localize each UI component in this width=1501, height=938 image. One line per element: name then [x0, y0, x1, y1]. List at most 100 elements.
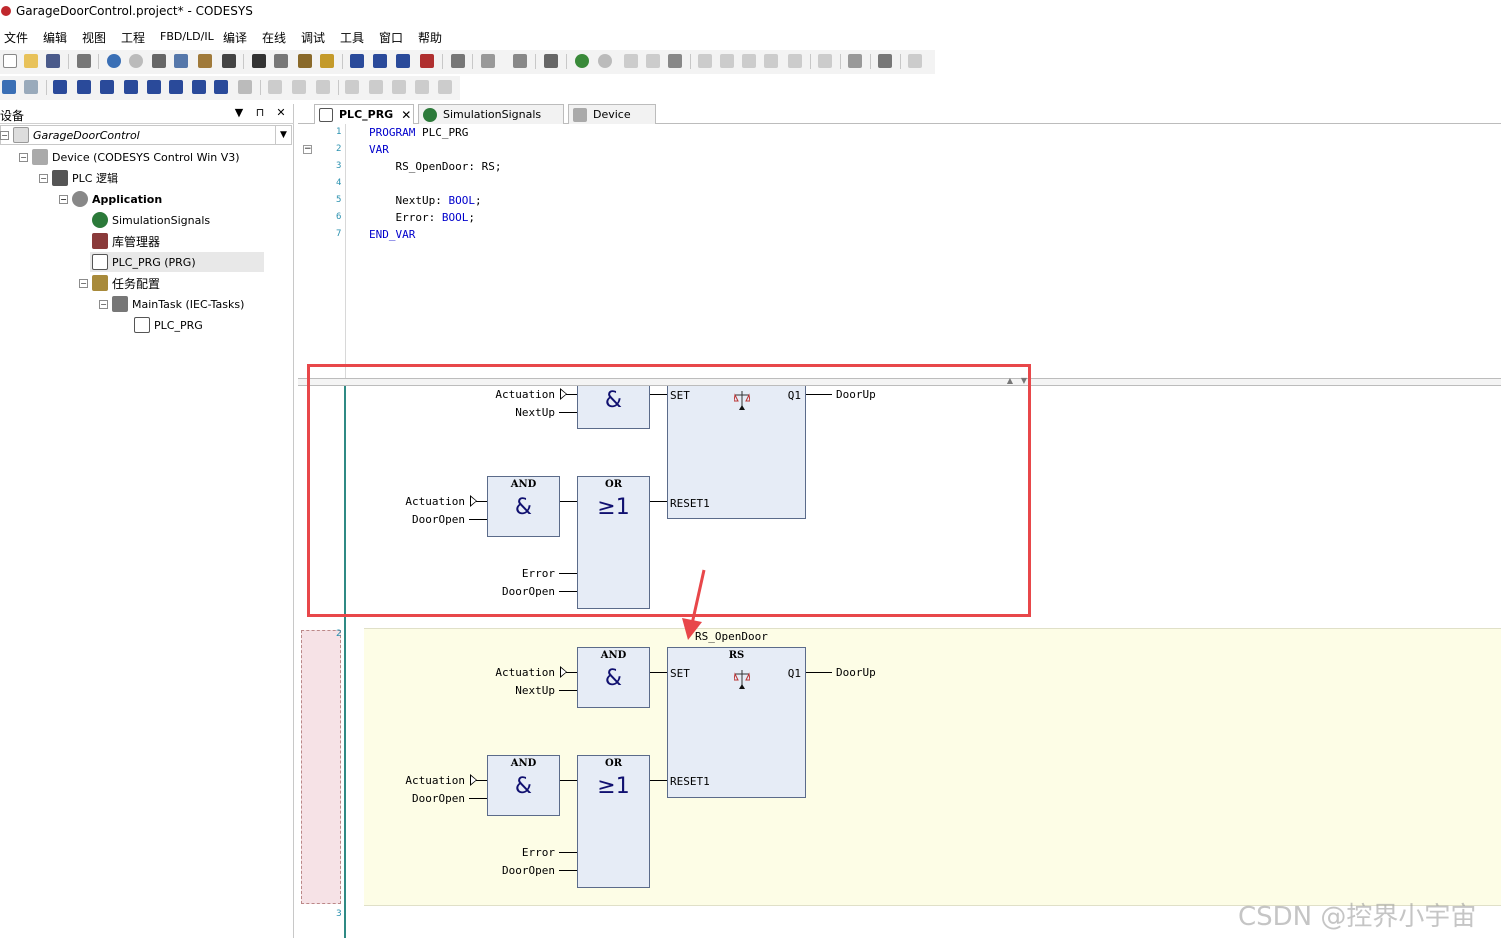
start-icon[interactable]	[624, 54, 638, 68]
insert-var-icon[interactable]	[53, 80, 67, 94]
panel-dock-icon[interactable]: ⊓	[253, 106, 267, 119]
menu-build[interactable]: 编译	[223, 29, 247, 46]
cut-icon[interactable]	[152, 54, 166, 68]
and-block-3[interactable]: AND &	[577, 647, 650, 708]
generate-code-icon[interactable]	[396, 54, 410, 68]
fold-toggle[interactable]: −	[303, 145, 312, 154]
copy-icon[interactable]	[174, 54, 188, 68]
insert-empty-box-icon[interactable]	[124, 80, 138, 94]
collapse-toggle[interactable]: −	[19, 152, 28, 162]
reset-coil-icon[interactable]	[438, 80, 452, 94]
input-dooropen[interactable]: DoorOpen	[376, 513, 465, 526]
bookmark-icon[interactable]	[320, 54, 334, 68]
save-icon[interactable]	[46, 54, 60, 68]
chevron-down-icon[interactable]: ▼	[275, 126, 291, 144]
panel-menu-icon[interactable]: ▼	[232, 106, 246, 119]
or-block-1[interactable]: OR ≥1	[577, 476, 650, 609]
step-out-icon[interactable]	[764, 54, 778, 68]
run-to-cursor-icon[interactable]	[788, 54, 802, 68]
chevron-down-icon[interactable]: ▼	[1021, 376, 1027, 385]
menu-help[interactable]: 帮助	[418, 29, 442, 46]
collapse-toggle[interactable]: −	[39, 173, 48, 183]
insert-label-icon[interactable]	[192, 80, 206, 94]
print-icon[interactable]	[77, 54, 91, 68]
menu-view[interactable]: 视图	[82, 29, 106, 46]
input-dooropen[interactable]: DoorOpen	[466, 864, 555, 877]
tree-item-device[interactable]: − Device (CODESYS Control Win V3)	[19, 147, 240, 167]
chevron-up-icon[interactable]: ▲	[1007, 376, 1013, 385]
collapse-toggle[interactable]: −	[0, 130, 9, 140]
menu-project[interactable]: 工程	[121, 29, 145, 46]
rebuild-icon[interactable]	[373, 54, 387, 68]
rs-block-2[interactable]: RS SET Q1 RESET1	[667, 647, 806, 798]
menu-online[interactable]: 在线	[262, 29, 286, 46]
tab-device[interactable]: Device	[568, 104, 656, 124]
insert-assignment-icon[interactable]	[24, 80, 38, 94]
insert-jump-icon[interactable]	[169, 80, 183, 94]
tree-item-application[interactable]: − Application	[59, 189, 162, 209]
input-nextup[interactable]: NextUp	[466, 684, 555, 697]
negated-contact-icon[interactable]	[415, 80, 429, 94]
tree-item-plc-prg[interactable]: PLC_PRG (PRG)	[90, 252, 264, 272]
coil-icon[interactable]	[369, 80, 383, 94]
negate-icon[interactable]	[268, 80, 282, 94]
rs-block-1[interactable]: SET Q1 RESET1	[667, 386, 806, 519]
menu-tools[interactable]: 工具	[340, 29, 364, 46]
declaration-editor[interactable]: − 1 2 3 4 5 6 7 PROGRAM PLC_PRG VAR RS_O…	[298, 124, 1501, 378]
output-doorup[interactable]: DoorUp	[836, 666, 876, 679]
input-error[interactable]: Error	[466, 567, 555, 580]
input-dooropen[interactable]: DoorOpen	[466, 585, 555, 598]
collapse-toggle[interactable]: −	[59, 194, 68, 204]
menu-debug[interactable]: 调试	[301, 29, 325, 46]
panel-close-icon[interactable]: ✕	[274, 106, 288, 119]
clean-icon[interactable]	[420, 54, 434, 68]
parallel-branch-icon[interactable]	[345, 80, 359, 94]
insert-input-icon[interactable]	[147, 80, 161, 94]
find-all-icon[interactable]	[298, 54, 312, 68]
tree-item-project[interactable]: − GarageDoorControl	[0, 125, 140, 145]
and-block-1[interactable]: &	[577, 386, 650, 429]
fbd-editor[interactable]: 2 3 & Actuation NextUp SET Q1 RESET1 Doo…	[298, 386, 1501, 938]
input-dooropen[interactable]: DoorOpen	[376, 792, 465, 805]
input-actuation[interactable]: Actuation	[376, 774, 465, 787]
output-doorup[interactable]: DoorUp	[836, 388, 876, 401]
insert-branch-icon[interactable]	[238, 80, 252, 94]
step-over-icon[interactable]	[720, 54, 734, 68]
tree-item-simulationsignals[interactable]: SimulationSignals	[92, 210, 210, 230]
input-actuation[interactable]: Actuation	[466, 388, 555, 401]
input-error[interactable]: Error	[466, 846, 555, 859]
edge-detect-icon[interactable]	[292, 80, 306, 94]
or-block-2[interactable]: OR ≥1	[577, 755, 650, 888]
reset-icon[interactable]	[668, 54, 682, 68]
network-2-selection-marker[interactable]	[301, 630, 341, 904]
input-actuation[interactable]: Actuation	[376, 495, 465, 508]
and-block-2[interactable]: AND &	[487, 476, 560, 537]
tree-item-task-config[interactable]: − 任务配置	[79, 273, 160, 293]
redo-icon[interactable]	[129, 54, 143, 68]
delete-icon[interactable]	[222, 54, 236, 68]
calculator-icon[interactable]	[544, 54, 558, 68]
input-actuation[interactable]: Actuation	[466, 666, 555, 679]
insert-network-icon[interactable]	[2, 80, 16, 94]
and-block-4[interactable]: AND &	[487, 755, 560, 816]
editor-splitter[interactable]: ▲ ▼	[298, 376, 1501, 386]
unforce-icon[interactable]	[908, 54, 922, 68]
tab-plc-prg[interactable]: PLC_PRG ✕	[314, 104, 414, 124]
open-folder-icon[interactable]	[24, 54, 38, 68]
undo-icon[interactable]	[107, 54, 121, 68]
collapse-toggle[interactable]: −	[79, 278, 88, 288]
tree-item-maintask[interactable]: − MainTask (IEC-Tasks)	[99, 294, 244, 314]
grid-dropdown-icon[interactable]	[481, 54, 495, 68]
new-file-icon[interactable]	[3, 54, 17, 68]
menu-fbd[interactable]: FBD/LD/IL	[160, 30, 214, 43]
breakpoint-icon[interactable]	[698, 54, 712, 68]
tree-item-library-manager[interactable]: 库管理器	[92, 231, 160, 251]
contact-icon[interactable]	[392, 80, 406, 94]
menu-edit[interactable]: 编辑	[43, 29, 67, 46]
build-icon[interactable]	[350, 54, 364, 68]
stop-icon[interactable]	[646, 54, 660, 68]
close-icon[interactable]: ✕	[401, 108, 411, 122]
insert-return-icon[interactable]	[214, 80, 228, 94]
replace-icon[interactable]	[274, 54, 288, 68]
window-icon[interactable]	[451, 54, 465, 68]
